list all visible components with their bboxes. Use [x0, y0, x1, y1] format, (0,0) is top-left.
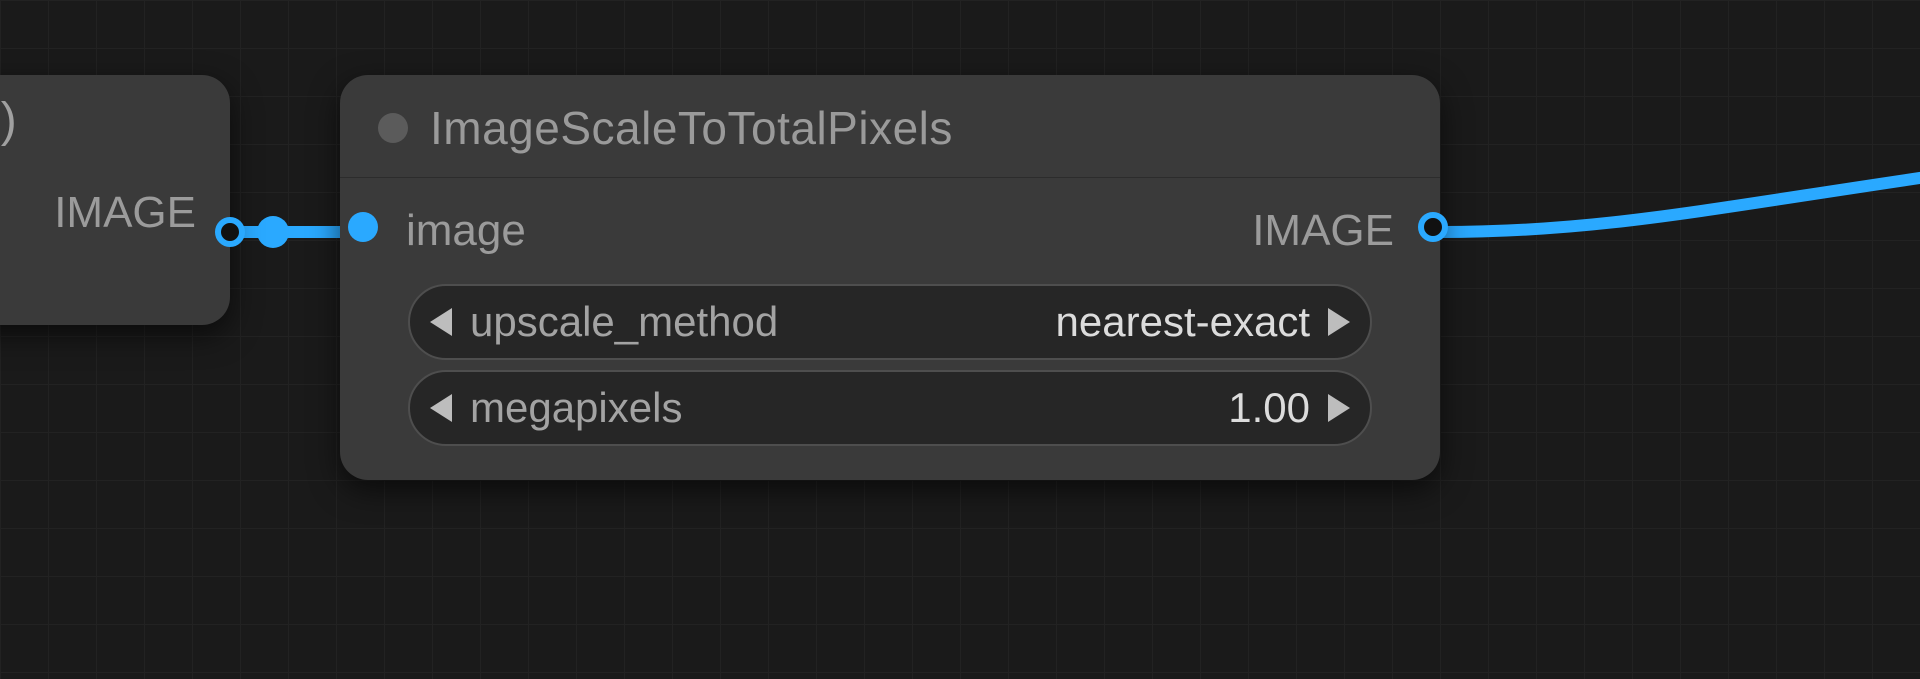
chevron-left-icon[interactable]: [430, 308, 452, 336]
widget-name: megapixels: [470, 384, 682, 432]
input-slot-label: image: [406, 206, 526, 256]
output-port-image[interactable]: [1418, 212, 1448, 242]
widget-name: upscale_method: [470, 298, 778, 346]
node-image-scale-to-total-pixels[interactable]: ImageScaleToTotalPixels image IMAGE upsc…: [340, 75, 1440, 480]
chevron-left-icon[interactable]: [430, 394, 452, 422]
widget-value[interactable]: nearest-exact: [1056, 298, 1310, 346]
output-port-image[interactable]: [215, 217, 245, 247]
node-upscale-model[interactable]: Model) IMAGE: [0, 75, 230, 325]
node-title: ImageScaleToTotalPixels: [430, 101, 953, 155]
output-slot-label: IMAGE: [54, 188, 196, 238]
node-title-fragment: Model): [0, 94, 17, 147]
collapse-toggle-icon[interactable]: [378, 113, 408, 143]
chevron-right-icon[interactable]: [1328, 308, 1350, 336]
output-slot-label: IMAGE: [1252, 206, 1394, 256]
widget-value[interactable]: 1.00: [1228, 384, 1310, 432]
chevron-right-icon[interactable]: [1328, 394, 1350, 422]
node-body: image IMAGE upscale_method nearest-exact…: [340, 178, 1440, 486]
node-header[interactable]: ImageScaleToTotalPixels: [340, 75, 1440, 178]
input-port-image[interactable]: [348, 212, 378, 242]
widget-megapixels[interactable]: megapixels 1.00: [408, 370, 1372, 446]
widget-upscale-method[interactable]: upscale_method nearest-exact: [408, 284, 1372, 360]
